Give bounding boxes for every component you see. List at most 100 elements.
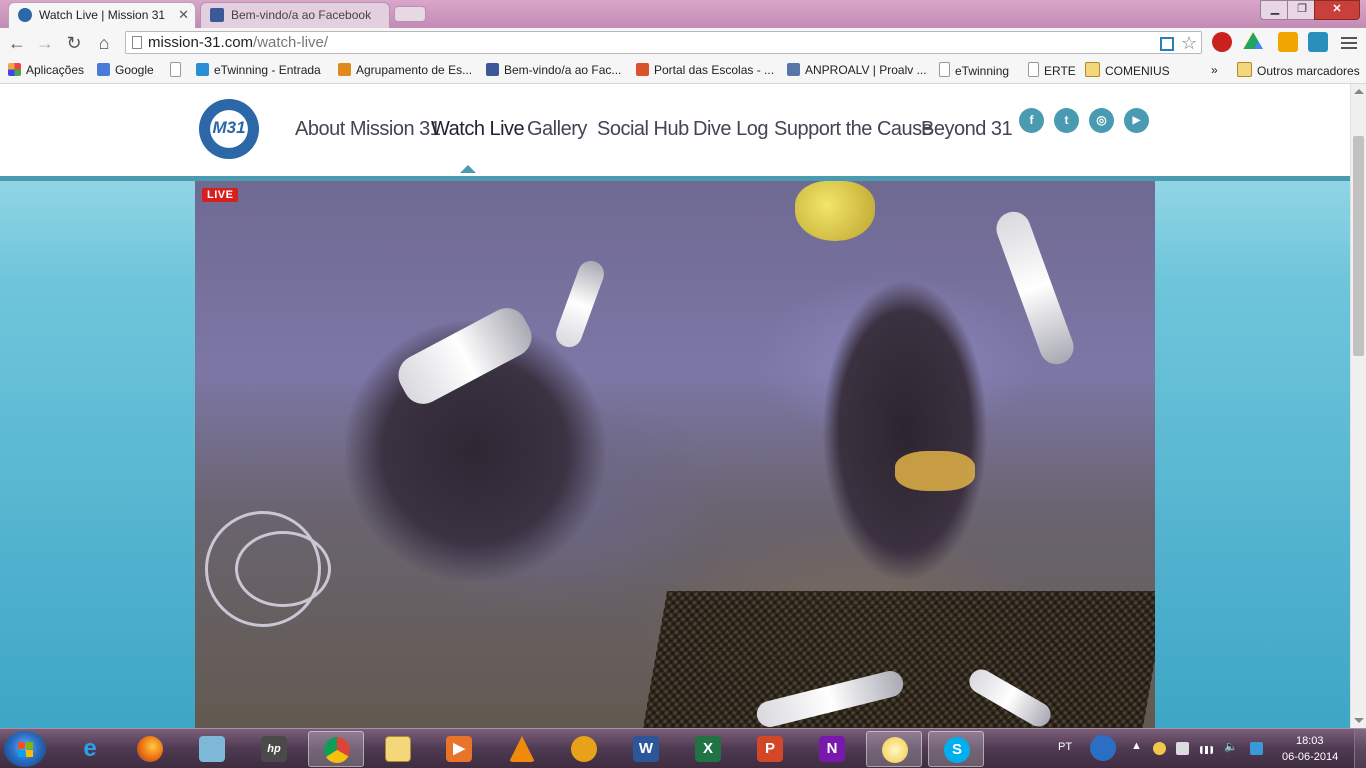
bookmark-etwinning-entrada[interactable]: eTwinning - Entrada <box>196 62 321 78</box>
etwinning-icon <box>196 63 209 76</box>
taskbar-media-app[interactable]: ▶ <box>431 731 487 767</box>
help-icon[interactable] <box>1090 735 1116 761</box>
camera-app-icon <box>199 736 225 762</box>
back-button[interactable]: ← <box>6 32 28 54</box>
anproalv-icon <box>787 63 800 76</box>
folder-icon <box>1237 62 1252 77</box>
google-drive-icon[interactable] <box>1243 32 1263 49</box>
portal-icon <box>636 63 649 76</box>
taskbar-skype[interactable]: S <box>928 731 984 767</box>
minimize-button[interactable]: ▁ <box>1260 0 1290 20</box>
adblock-icon[interactable] <box>1212 32 1232 52</box>
browser-toolbar: ← → ↻ ⌂ mission-31.com/watch-live/ ☆ <box>0 28 1366 58</box>
scroll-down-arrow-icon[interactable] <box>1354 718 1364 723</box>
url-host: mission-31.com <box>148 34 254 51</box>
windows-taskbar: e hp ▶ W X P N S PT ▲ 🔈 18:03 06-06-2014 <box>0 728 1366 768</box>
taskbar-word[interactable]: W <box>618 731 674 767</box>
taskbar-chrome[interactable] <box>308 731 364 767</box>
chrome-icon <box>324 737 350 763</box>
tab-watch-live[interactable]: Watch Live | Mission 31 ✕ <box>8 2 196 28</box>
bookmark-agrupamento[interactable]: Agrupamento de Es... <box>338 62 472 78</box>
taskbar-powerpoint[interactable]: P <box>742 731 798 767</box>
facebook-icon <box>486 63 499 76</box>
taskbar-vlc[interactable] <box>494 731 550 767</box>
bookmarks-overflow-button[interactable]: » <box>1211 62 1218 78</box>
start-button[interactable] <box>4 731 46 767</box>
bookmark-facebook[interactable]: Bem-vindo/a ao Fac... <box>486 62 621 78</box>
clock-time[interactable]: 18:03 <box>1296 735 1324 747</box>
bookmark-erte[interactable]: ERTE <box>1028 62 1076 79</box>
taskbar-file-explorer[interactable] <box>370 731 426 767</box>
logo-text: M31 <box>212 118 246 137</box>
mission31-logo[interactable]: M31 <box>199 99 259 159</box>
home-button[interactable]: ⌂ <box>93 32 115 54</box>
page-icon <box>1028 62 1039 77</box>
taskbar-internet-explorer[interactable]: e <box>62 731 118 767</box>
show-hidden-icons-button[interactable]: ▲ <box>1131 740 1142 752</box>
chrome-menu-icon[interactable] <box>1341 34 1357 50</box>
show-desktop-button[interactable] <box>1354 729 1366 768</box>
network-signal-icon[interactable] <box>1200 746 1213 754</box>
forward-button[interactable]: → <box>34 32 56 54</box>
taskbar-audio-app[interactable] <box>556 731 612 767</box>
taskbar-onenote[interactable]: N <box>804 731 860 767</box>
nav-beyond-31[interactable]: Beyond 31 <box>921 118 1013 141</box>
taskbar-excel[interactable]: X <box>680 731 736 767</box>
reload-button[interactable]: ↻ <box>63 32 85 54</box>
page-icon <box>939 62 950 77</box>
instagram-icon[interactable]: ◎ <box>1089 108 1114 133</box>
bookmark-label: ANPROALV | Proalv ... <box>805 63 927 77</box>
bookmark-google[interactable]: Google <box>97 62 154 78</box>
language-indicator[interactable]: PT <box>1058 741 1072 753</box>
taskbar-camera-app[interactable] <box>184 731 240 767</box>
tab-title: Watch Live | Mission 31 <box>39 8 166 22</box>
page-scrollbar[interactable] <box>1350 84 1366 728</box>
nav-watch-live[interactable]: Watch Live <box>431 118 525 141</box>
maximize-button[interactable]: ❐ <box>1287 0 1317 20</box>
youtube-icon[interactable]: ▶ <box>1124 108 1149 133</box>
page-icon <box>170 62 181 77</box>
new-tab-button[interactable] <box>394 6 426 22</box>
page-icon <box>132 36 142 49</box>
tab-facebook[interactable]: Bem-vindo/a ao Facebook <box>200 2 390 28</box>
bookmark-label: Outros marcadores <box>1257 64 1360 78</box>
device-tray-icon[interactable] <box>1176 742 1189 755</box>
taskbar-weather-gadget[interactable] <box>866 731 922 767</box>
bookmark-star-icon[interactable]: ☆ <box>1181 33 1197 53</box>
nav-about[interactable]: About Mission 31 <box>295 118 441 141</box>
taskbar-hp-app[interactable]: hp <box>246 731 302 767</box>
windows-logo-icon <box>26 742 33 749</box>
bookmark-blank[interactable] <box>170 62 186 79</box>
other-bookmarks-folder[interactable]: Outros marcadores <box>1237 62 1360 79</box>
bookmark-label: COMENIUS <box>1105 64 1170 78</box>
facebook-icon[interactable]: f <box>1019 108 1044 133</box>
bookmark-etwinning[interactable]: eTwinning <box>939 62 1009 79</box>
word-icon: W <box>633 736 659 762</box>
tab-strip: Watch Live | Mission 31 ✕ Bem-vindo/a ao… <box>0 0 1366 28</box>
dropbox-icon[interactable] <box>1250 742 1263 755</box>
address-bar[interactable]: mission-31.com/watch-live/ ☆ <box>125 31 1202 54</box>
bookmark-apps[interactable]: Aplicações <box>8 62 84 78</box>
close-tab-icon[interactable]: ✕ <box>178 3 189 27</box>
extension-shield-icon[interactable] <box>1308 32 1328 52</box>
cast-icon[interactable] <box>1160 37 1174 51</box>
live-video-player[interactable]: LIVE <box>195 181 1155 728</box>
skype-icon: S <box>944 737 970 763</box>
clock-date[interactable]: 06-06-2014 <box>1282 751 1338 763</box>
bookmark-anproalv[interactable]: ANPROALV | Proalv ... <box>787 62 927 78</box>
twitter-icon[interactable]: t <box>1054 108 1079 133</box>
weather-tray-icon[interactable] <box>1153 742 1166 755</box>
bookmark-portal-escolas[interactable]: Portal das Escolas - ... <box>636 62 774 78</box>
close-window-button[interactable]: ✕ <box>1314 0 1360 20</box>
extension-v-icon[interactable] <box>1278 32 1298 52</box>
taskbar-firefox[interactable] <box>122 731 178 767</box>
nav-social-hub[interactable]: Social Hub <box>597 118 689 141</box>
volume-icon[interactable]: 🔈 <box>1224 740 1238 753</box>
nav-gallery[interactable]: Gallery <box>527 118 587 141</box>
nav-support-the-cause[interactable]: Support the Cause <box>774 118 933 141</box>
scrollbar-thumb[interactable] <box>1353 136 1364 356</box>
scroll-up-arrow-icon[interactable] <box>1354 89 1364 94</box>
bookmark-comenius[interactable]: COMENIUS <box>1085 62 1170 79</box>
nav-dive-log[interactable]: Dive Log <box>693 118 768 141</box>
tab-title: Bem-vindo/a ao Facebook <box>231 8 372 22</box>
